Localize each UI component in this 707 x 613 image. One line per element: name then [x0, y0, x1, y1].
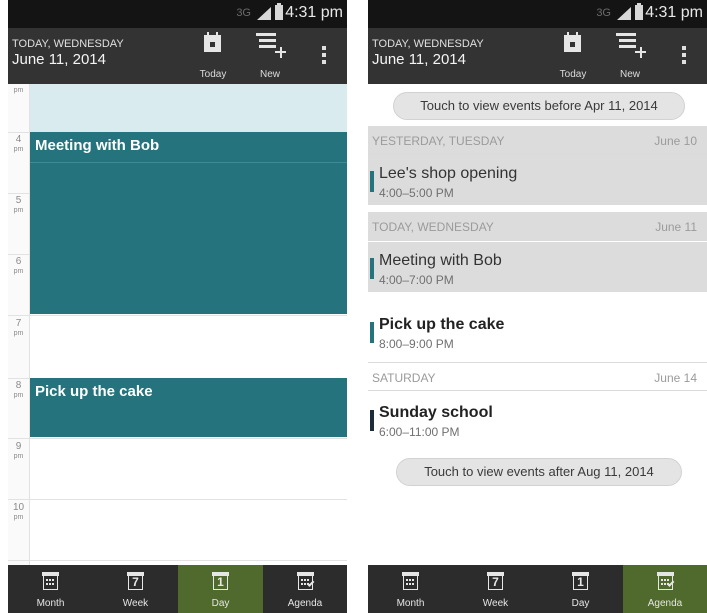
calendar-color-bar	[370, 258, 374, 279]
day-calendar-icon: 1	[212, 572, 229, 590]
calendar-today-icon	[204, 32, 221, 52]
hour-label-4pm: 4 pm	[13, 134, 24, 154]
event-title: Pick up the cake	[35, 383, 153, 400]
hour-line	[8, 560, 347, 561]
week-calendar-icon: 7	[127, 572, 144, 590]
hour-label-8pm: 8 pm	[13, 380, 24, 400]
overflow-menu-icon[interactable]	[674, 42, 694, 70]
event-meeting-with-bob[interactable]: Meeting with Bob	[30, 132, 347, 314]
calendar-color-bar	[370, 322, 374, 343]
day-calendar-icon: 1	[572, 572, 589, 590]
today-button[interactable]: Today	[185, 28, 241, 84]
battery-icon	[275, 3, 283, 20]
current-day-label: TODAY, WEDNESDAY	[372, 38, 484, 50]
status-bar: 3G 4:31 pm	[368, 0, 707, 28]
hour-label-6pm: 6 pm	[13, 256, 24, 276]
past-time-area	[30, 84, 347, 132]
week-calendar-icon: 7	[487, 572, 504, 590]
current-day-label: TODAY, WEDNESDAY	[12, 38, 124, 50]
action-bar: TODAY, WEDNESDAY June 11, 2014 Today New	[8, 28, 347, 84]
agenda-view-screen: 3G 4:31 pm TODAY, WEDNESDAY June 11, 201…	[368, 0, 707, 613]
hour-label-9pm: 9 pm	[13, 441, 24, 461]
agenda-item[interactable]: Meeting with Bob 4:00–7:00 PM	[368, 242, 707, 292]
hour-label-10pm: 10 pm	[12, 502, 25, 522]
action-bar: TODAY, WEDNESDAY June 11, 2014 Today New	[368, 28, 707, 84]
signal-icon	[617, 7, 631, 20]
day-view-screen: 3G 4:31 pm TODAY, WEDNESDAY June 11, 201…	[8, 0, 347, 613]
signal-icon	[257, 7, 271, 20]
hour-label-top: pm	[13, 87, 24, 94]
today-button-label: Today	[559, 69, 587, 80]
agenda-item[interactable]: Sunday school 6:00–11:00 PM	[368, 394, 707, 444]
new-event-icon	[616, 33, 646, 58]
agenda-section-header: TODAY, WEDNESDAY June 11	[368, 212, 707, 241]
hour-line	[8, 315, 347, 316]
nav-day[interactable]: 1 Day	[178, 565, 263, 613]
overflow-menu-icon[interactable]	[314, 42, 334, 70]
hour-label-7pm: 7 pm	[13, 318, 24, 338]
status-time: 4:31 pm	[285, 4, 343, 21]
agenda-item[interactable]: Lee's shop opening 4:00–5:00 PM	[368, 155, 707, 205]
nav-month[interactable]: Month	[368, 565, 453, 613]
nav-day[interactable]: 1 Day	[538, 565, 623, 613]
new-event-button[interactable]: New	[602, 28, 658, 84]
hour-line	[8, 499, 347, 500]
current-date-label: June 11, 2014	[372, 51, 466, 68]
hour-line	[8, 438, 347, 439]
network-type: 3G	[236, 7, 251, 19]
view-later-events-button[interactable]: Touch to view events after Aug 11, 2014	[396, 458, 682, 486]
month-calendar-icon	[42, 572, 59, 590]
calendar-today-icon	[564, 32, 581, 52]
battery-icon	[635, 3, 643, 20]
today-button[interactable]: Today	[545, 28, 601, 84]
agenda-section-header: SATURDAY June 14	[368, 362, 707, 391]
new-event-icon	[256, 33, 286, 58]
agenda-calendar-icon	[657, 572, 675, 590]
agenda-list: Touch to view events before Apr 11, 2014…	[368, 84, 707, 565]
agenda-section-header: YESTERDAY, TUESDAY June 10	[368, 126, 707, 155]
day-grid[interactable]: pm 4 pm 5 pm 6 pm 7 pm 8 pm 9 pm 10 pm M…	[8, 84, 347, 565]
view-earlier-events-button[interactable]: Touch to view events before Apr 11, 2014	[393, 92, 685, 120]
bottom-nav: Month 7 Week 1 Day Agenda	[368, 565, 707, 613]
network-type: 3G	[596, 7, 611, 19]
new-event-button[interactable]: New	[242, 28, 298, 84]
new-button-label: New	[619, 69, 640, 80]
month-calendar-icon	[402, 572, 419, 590]
current-date-label: June 11, 2014	[12, 51, 106, 68]
nav-week[interactable]: 7 Week	[453, 565, 538, 613]
event-title: Meeting with Bob	[35, 137, 160, 154]
event-pick-up-the-cake[interactable]: Pick up the cake	[30, 378, 347, 437]
status-bar: 3G 4:31 pm	[8, 0, 347, 28]
calendar-color-bar	[370, 171, 374, 192]
hour-label-5pm: 5 pm	[13, 195, 24, 215]
agenda-item[interactable]: Pick up the cake 8:00–9:00 PM	[368, 306, 707, 356]
current-date: TODAY, WEDNESDAY June 11, 2014	[372, 38, 484, 68]
today-button-label: Today	[199, 69, 227, 80]
nav-agenda[interactable]: Agenda	[263, 565, 347, 613]
nav-month[interactable]: Month	[8, 565, 93, 613]
nav-agenda[interactable]: Agenda	[623, 565, 707, 613]
agenda-calendar-icon	[297, 572, 315, 590]
calendar-color-bar	[370, 410, 374, 431]
current-date: TODAY, WEDNESDAY June 11, 2014	[12, 38, 124, 68]
bottom-nav: Month 7 Week 1 Day Agenda	[8, 565, 347, 613]
status-time: 4:31 pm	[645, 4, 703, 21]
new-button-label: New	[259, 69, 280, 80]
nav-week[interactable]: 7 Week	[93, 565, 178, 613]
